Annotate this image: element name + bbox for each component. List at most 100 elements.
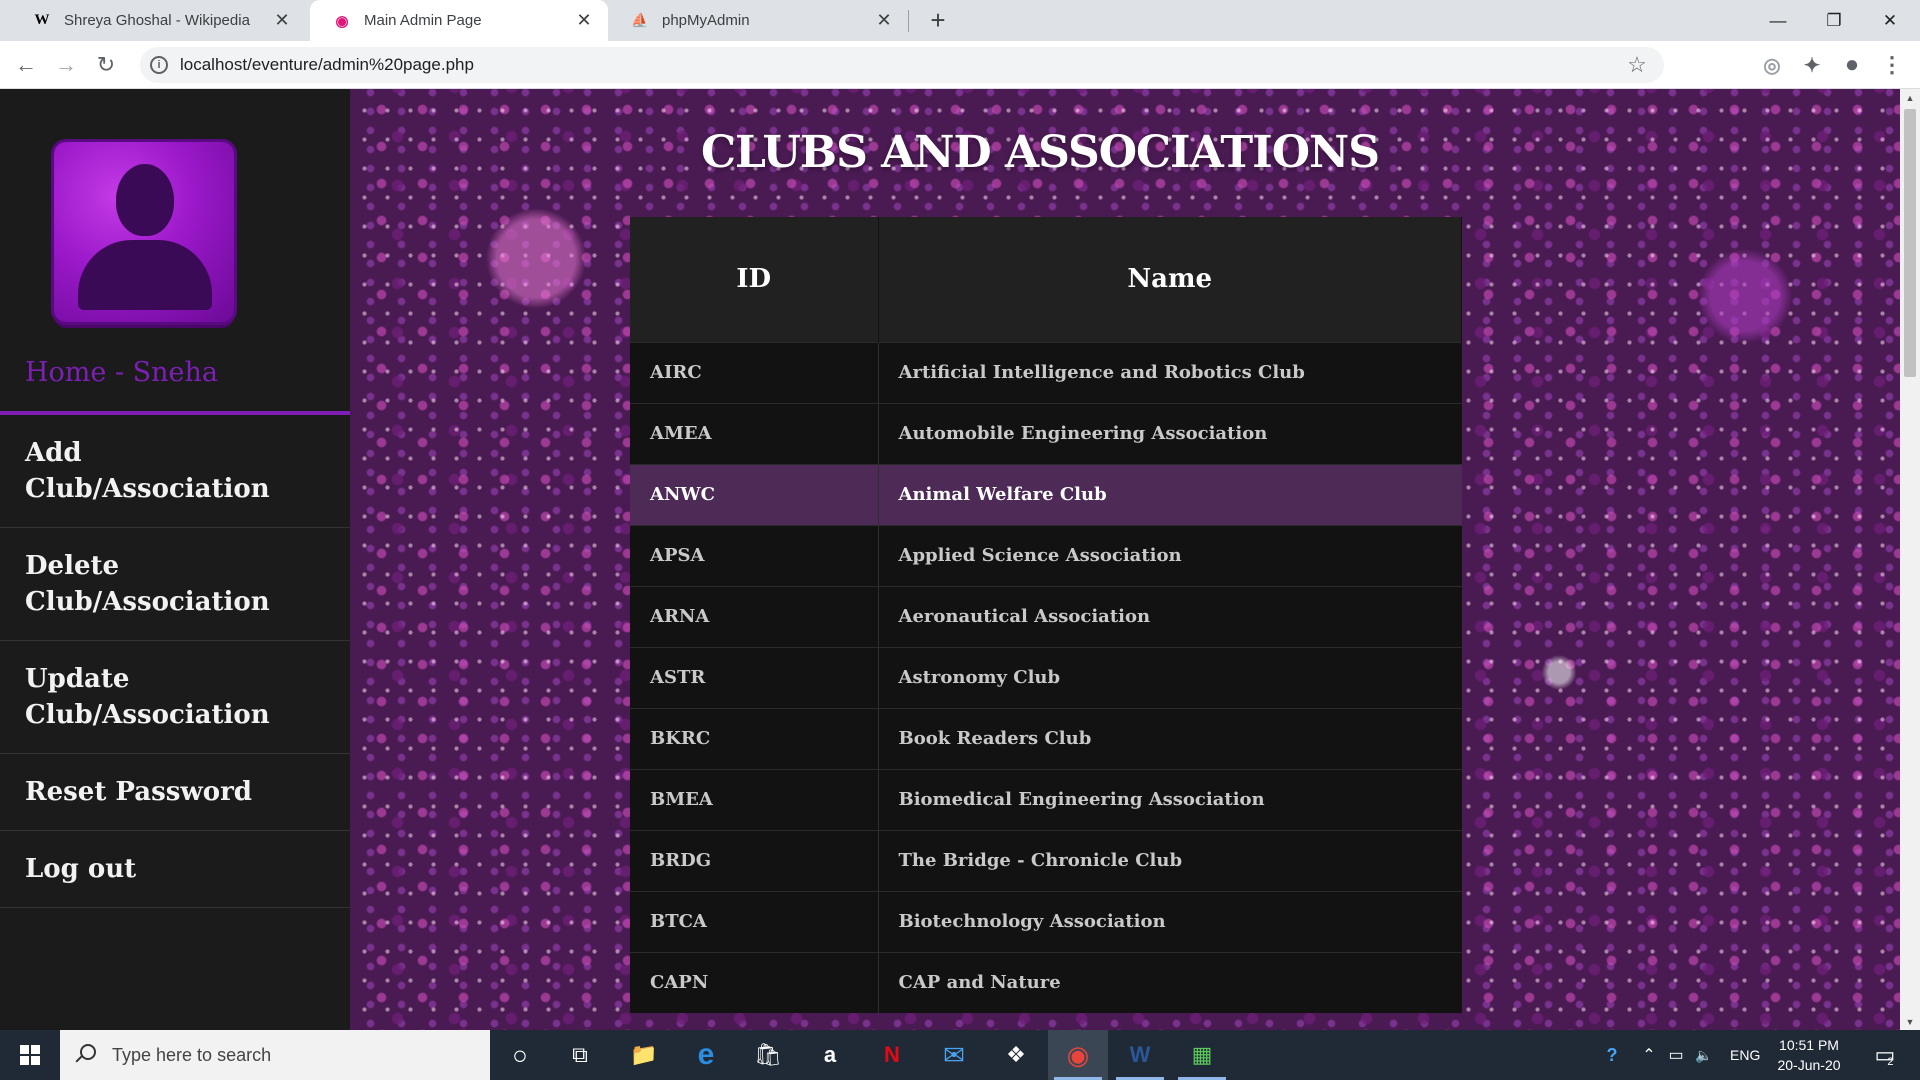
extension-circle-icon[interactable]: ◎ <box>1760 53 1784 77</box>
back-icon[interactable]: ← <box>10 49 42 81</box>
menu-log-out[interactable]: Log out <box>0 831 350 908</box>
edge-icon[interactable]: e <box>676 1030 736 1080</box>
table-row[interactable]: BKRC Book Readers Club <box>630 707 1462 769</box>
cell-name: Biomedical Engineering Association <box>878 768 1462 830</box>
table-row-highlighted[interactable]: ANWC Animal Welfare Club <box>630 463 1462 525</box>
tab-title: Main Admin Page <box>364 12 482 29</box>
tab-close-icon[interactable]: ✕ <box>874 10 894 31</box>
site-favicon-icon: ◉ <box>335 12 349 30</box>
table-row[interactable]: AIRC Artificial Intelligence and Robotics… <box>630 341 1462 403</box>
chrome-icon[interactable]: ◉ <box>1048 1030 1108 1080</box>
cell-name: Book Readers Club <box>878 707 1462 769</box>
browser-toolbar: ← → ↻ i localhost/eventure/admin%20page.… <box>0 41 1920 89</box>
avatar-body-shape <box>78 240 212 310</box>
bookmark-star-icon[interactable]: ☆ <box>1622 52 1652 78</box>
table-row[interactable]: BTCA Biotechnology Association <box>630 890 1462 952</box>
address-bar[interactable]: i localhost/eventure/admin%20page.php ☆ <box>140 47 1664 83</box>
search-placeholder: Type here to search <box>112 1044 272 1065</box>
cell-name: CAP and Nature <box>878 951 1462 1013</box>
cell-name: Applied Science Association <box>878 524 1462 586</box>
clock-date: 20-Jun-20 <box>1777 1057 1841 1073</box>
help-icon[interactable]: ? <box>1598 1030 1626 1080</box>
table-row[interactable]: BRDG The Bridge - Chronicle Club <box>630 829 1462 891</box>
profile-icon[interactable]: ● <box>1840 51 1864 78</box>
scroll-up-icon[interactable]: ▲ <box>1900 89 1920 106</box>
volume-icon[interactable]: 🔈 <box>1692 1030 1716 1080</box>
cell-name: Artificial Intelligence and Robotics Clu… <box>878 341 1462 403</box>
cell-name: Automobile Engineering Association <box>878 402 1462 464</box>
task-view-icon[interactable]: ⧉ <box>550 1030 610 1080</box>
table-row[interactable]: CAPN CAP and Nature <box>630 951 1462 1013</box>
start-button[interactable] <box>0 1030 60 1080</box>
kebab-menu-icon[interactable]: ⋮ <box>1880 52 1904 77</box>
cell-id: AIRC <box>630 341 879 403</box>
tab-wikipedia[interactable]: W Shreya Ghoshal - Wikipedia ✕ <box>10 0 306 41</box>
table-row[interactable]: ASTR Astronomy Club <box>630 646 1462 708</box>
puzzle-icon[interactable]: ✦ <box>1800 53 1824 77</box>
page-viewport: Home - Sneha Add Club/Association Delete… <box>0 89 1920 1030</box>
page-scrollbar[interactable]: ▲ ▼ <box>1900 89 1920 1030</box>
cell-id: ARNA <box>630 585 879 647</box>
table-row[interactable]: ARNA Aeronautical Association <box>630 585 1462 647</box>
language-indicator[interactable]: ENG <box>1730 1030 1760 1080</box>
reload-icon[interactable]: ↻ <box>90 49 122 81</box>
mail-icon[interactable]: ✉ <box>924 1030 984 1080</box>
cell-name: Aeronautical Association <box>878 585 1462 647</box>
table-header-row: ID Name <box>630 217 1462 342</box>
battery-icon[interactable]: ▭ <box>1664 1030 1688 1080</box>
cell-id: BKRC <box>630 707 879 769</box>
windows-logo-icon <box>20 1045 40 1065</box>
chrome-glyph: ◉ <box>1066 1039 1090 1070</box>
cell-id: AMEA <box>630 402 879 464</box>
cortana-icon[interactable]: ○ <box>490 1030 550 1080</box>
store-icon[interactable]: 🛍 <box>738 1030 798 1080</box>
tab-close-icon[interactable]: ✕ <box>574 10 594 31</box>
menu-delete-club[interactable]: Delete Club/Association <box>0 528 350 641</box>
menu-reset-password[interactable]: Reset Password <box>0 754 350 831</box>
notification-center-icon[interactable]: ▭ 2 <box>1864 1030 1904 1080</box>
minimize-icon[interactable]: — <box>1750 0 1806 41</box>
tab-main-admin-page[interactable]: ◉ Main Admin Page ✕ <box>310 0 608 41</box>
cell-id: CAPN <box>630 951 879 1013</box>
netflix-icon[interactable]: N <box>862 1030 922 1080</box>
taskbar-search[interactable]: Type here to search <box>60 1030 490 1080</box>
avatar-head-shape <box>116 164 174 236</box>
sidebar: Home - Sneha Add Club/Association Delete… <box>0 89 350 1030</box>
menu-add-club[interactable]: Add Club/Association <box>0 415 350 528</box>
column-header-id: ID <box>630 217 879 342</box>
table-row[interactable]: AMEA Automobile Engineering Association <box>630 402 1462 464</box>
word-icon[interactable]: W <box>1110 1030 1170 1080</box>
home-link[interactable]: Home - Sneha <box>25 357 218 388</box>
new-tab-icon[interactable]: + <box>922 4 954 36</box>
cell-name: The Bridge - Chronicle Club <box>878 829 1462 891</box>
tab-close-icon[interactable]: ✕ <box>272 10 292 31</box>
clubs-table: ID Name AIRC Artificial Intelligence and … <box>630 217 1462 1013</box>
scrollbar-thumb[interactable] <box>1904 109 1916 377</box>
cell-id: APSA <box>630 524 879 586</box>
tab-phpmyadmin[interactable]: ⛵ phpMyAdmin ✕ <box>608 0 908 41</box>
avatar <box>54 142 234 322</box>
clock[interactable]: 10:51 PM 20-Jun-20 <box>1774 1030 1844 1080</box>
menu-update-club[interactable]: Update Club/Association <box>0 641 350 754</box>
close-window-icon[interactable]: ✕ <box>1862 0 1918 41</box>
spreadsheet-icon[interactable]: ▦ <box>1172 1030 1232 1080</box>
column-header-name: Name <box>878 217 1462 342</box>
grammarly-icon[interactable]: G <box>1720 53 1744 77</box>
cell-id: BRDG <box>630 829 879 891</box>
tab-separator <box>908 10 909 32</box>
tab-title: Shreya Ghoshal - Wikipedia <box>64 12 250 29</box>
maximize-icon[interactable]: ❐ <box>1806 0 1862 41</box>
windows-taskbar: Type here to search ○ ⧉ 📁 e 🛍 a N ✉ ❖ ◉ … <box>0 1030 1920 1080</box>
spreadsheet-glyph: ▦ <box>1191 1042 1213 1067</box>
amazon-icon[interactable]: a <box>800 1030 860 1080</box>
table-row[interactable]: BMEA Biomedical Engineering Association <box>630 768 1462 830</box>
dropbox-icon[interactable]: ❖ <box>986 1030 1046 1080</box>
site-info-icon[interactable]: i <box>150 56 168 74</box>
url-text[interactable]: localhost/eventure/admin%20page.php <box>180 55 1622 75</box>
file-explorer-icon[interactable]: 📁 <box>614 1030 674 1080</box>
scroll-down-icon[interactable]: ▼ <box>1900 1013 1920 1030</box>
tray-chevron-icon[interactable]: ⌃ <box>1638 1030 1660 1080</box>
table-row[interactable]: APSA Applied Science Association <box>630 524 1462 586</box>
shield-icon[interactable]: ✓ <box>1680 53 1704 77</box>
forward-icon[interactable]: → <box>50 49 82 81</box>
